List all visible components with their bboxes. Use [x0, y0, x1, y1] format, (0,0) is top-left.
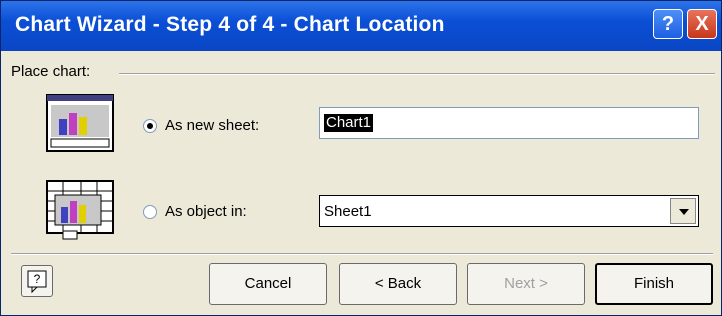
question-mark-icon: ?	[661, 13, 675, 35]
close-button[interactable]: X	[687, 9, 717, 39]
window-title: Chart Wizard - Step 4 of 4 - Chart Locat…	[15, 13, 445, 36]
office-assistant-help-icon[interactable]: ?	[21, 265, 53, 297]
option-object-in[interactable]: As object in:	[143, 203, 247, 220]
group-divider	[119, 73, 715, 75]
help-title-button[interactable]: ?	[653, 9, 683, 39]
finish-button[interactable]: Finish	[595, 263, 713, 305]
new-sheet-name-input[interactable]: Chart1	[319, 107, 699, 139]
radio-object-in[interactable]	[143, 204, 157, 219]
close-icon: X	[695, 13, 709, 35]
object-in-select[interactable]: Sheet1	[319, 195, 699, 227]
back-button[interactable]: < Back	[339, 263, 457, 305]
button-separator	[11, 253, 713, 255]
next-button[interactable]: Next >	[467, 263, 585, 305]
new-sheet-chart-icon	[46, 94, 114, 152]
embedded-chart-icon	[46, 180, 114, 240]
svg-text:?: ?	[34, 272, 41, 286]
object-in-value: Sheet1	[324, 203, 372, 220]
chart-wizard-dialog: Chart Wizard - Step 4 of 4 - Chart Locat…	[0, 0, 722, 316]
radio-new-sheet[interactable]	[143, 118, 157, 133]
dropdown-arrow-icon[interactable]	[670, 198, 696, 224]
object-in-label: As object in:	[165, 203, 247, 220]
new-sheet-name-value: Chart1	[324, 114, 374, 132]
place-chart-label: Place chart:	[11, 63, 91, 80]
cancel-button[interactable]: Cancel	[209, 263, 327, 305]
title-bar[interactable]: Chart Wizard - Step 4 of 4 - Chart Locat…	[1, 1, 721, 51]
option-new-sheet[interactable]: As new sheet:	[143, 117, 259, 134]
new-sheet-label: As new sheet:	[165, 117, 260, 134]
